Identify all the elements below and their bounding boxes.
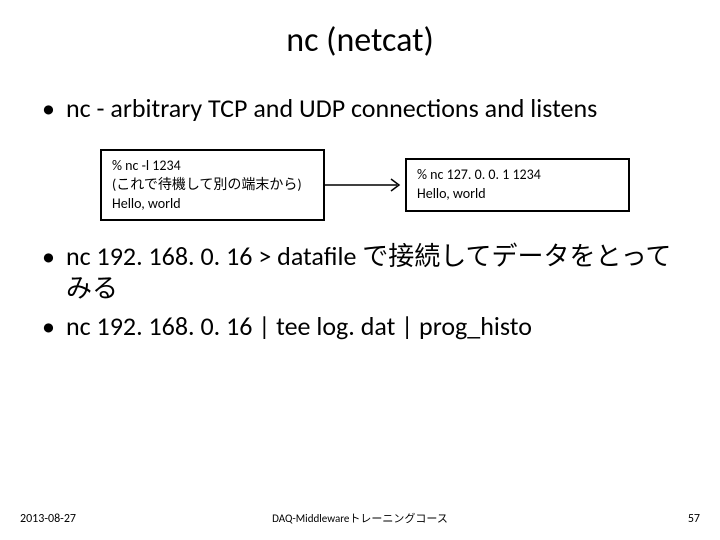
bullet-3-text: nc 192. 168. 0. 16 | tee log. dat | prog… [66,311,532,343]
example-row: % nc -l 1234 (これで待機して別の端末から) Hello, worl… [100,149,678,222]
arrow-connector [325,175,405,195]
slide-body: nc - arbitrary TCP and UDP connections a… [0,61,720,343]
bullet-2: nc 192. 168. 0. 16 > datafile で接続してデータをと… [42,241,678,304]
bullet-1: nc - arbitrary TCP and UDP connections a… [42,93,678,125]
bullet-2-text: nc 192. 168. 0. 16 > datafile で接続してデータをと… [66,241,678,304]
right-terminal-box: % nc 127. 0. 0. 1 1234 Hello, world [405,158,630,212]
bullet-3: nc 192. 168. 0. 16 | tee log. dat | prog… [42,311,678,343]
bullet-list-2: nc 192. 168. 0. 16 > datafile で接続してデータをと… [42,241,678,342]
arrow-icon [325,175,405,195]
footer-page: 57 [688,512,700,526]
left-terminal-box: % nc -l 1234 (これで待機して別の端末から) Hello, worl… [100,149,325,222]
bullet-list: nc - arbitrary TCP and UDP connections a… [42,93,678,125]
left-box-line-1: % nc -l 1234 [112,157,313,176]
right-box-line-2: Hello, world [417,185,618,204]
left-box-line-2: (これで待機して別の端末から) [112,176,313,195]
footer-center: DAQ-Middlewareトレーニングコース [0,510,720,526]
bullet-1-text: nc - arbitrary TCP and UDP connections a… [66,93,597,125]
left-box-line-3: Hello, world [112,195,313,214]
slide: nc (netcat) nc - arbitrary TCP and UDP c… [0,0,720,540]
right-box-line-1: % nc 127. 0. 0. 1 1234 [417,166,618,185]
slide-title: nc (netcat) [0,0,720,61]
footer-date: 2013-08-27 [20,512,76,526]
